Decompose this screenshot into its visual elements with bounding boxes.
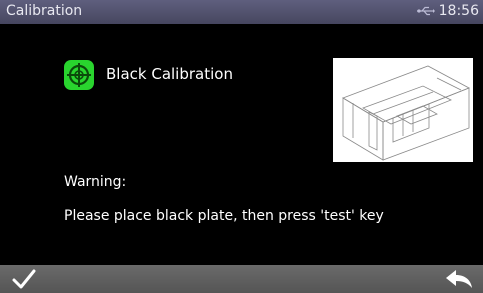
warning-label: Warning: xyxy=(64,174,127,190)
black-plate-illustration xyxy=(333,58,473,162)
window-title: Calibration xyxy=(6,3,83,19)
target-icon xyxy=(64,60,94,90)
calibration-heading: Black Calibration xyxy=(106,65,233,83)
title-bar: Calibration 18:56 xyxy=(0,0,483,24)
return-arrow-icon xyxy=(446,270,472,288)
status-area: 18:56 xyxy=(416,3,479,19)
bottom-toolbar xyxy=(0,265,483,293)
clock-time: 18:56 xyxy=(438,3,479,19)
checkmark-icon xyxy=(12,269,36,289)
back-button[interactable] xyxy=(439,265,479,293)
usb-connection-icon xyxy=(416,6,435,16)
confirm-button[interactable] xyxy=(4,265,44,293)
warning-message: Please place black plate, then press 'te… xyxy=(64,208,384,224)
